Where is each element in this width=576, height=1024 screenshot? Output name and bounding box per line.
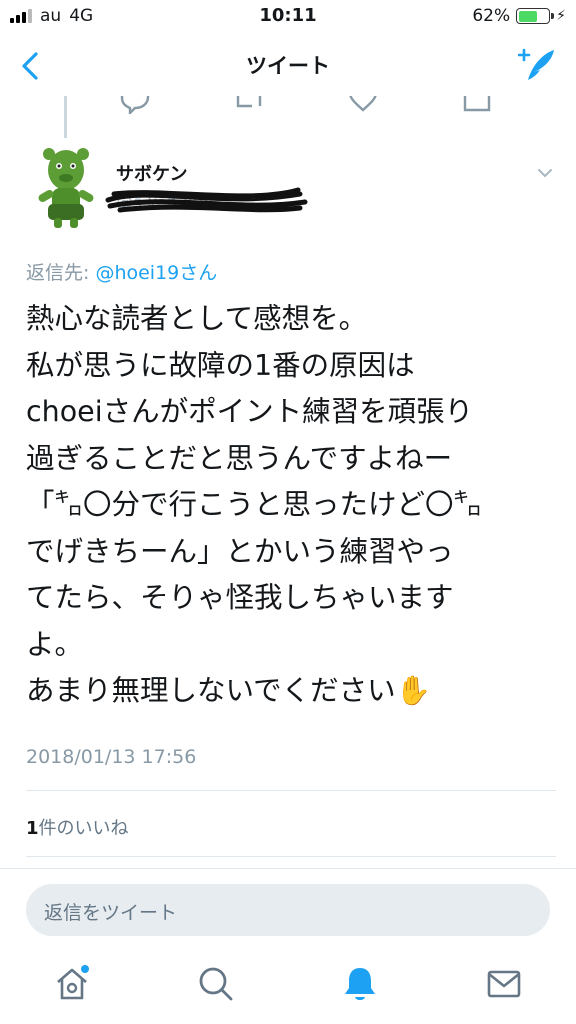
tweet-line: 熱心な読者として感想を。 [26,302,368,335]
reply-input[interactable]: 返信をツイート [26,884,550,936]
unread-dot [81,965,89,973]
tweet-line: 私が思うに故障の1番の原因は [26,348,415,382]
reply-context: 返信先: @hoei19さん [26,258,217,285]
like-icon[interactable] [346,96,380,114]
retweet-icon[interactable] [232,96,266,114]
divider [26,856,556,857]
battery-percent: 62% [472,6,511,26]
reply-mention-link[interactable]: @hoei19 [95,262,179,284]
page-title: ツイート [246,54,330,78]
share-icon[interactable] [460,96,494,114]
divider [26,790,556,791]
notifications-icon[interactable] [340,964,380,1004]
thread-line [64,96,67,138]
home-icon[interactable] [52,964,92,1004]
tweet-line: あまり無理しないでください✋ [26,674,432,707]
status-right: 62% ⚡ [472,6,566,26]
tweet-timestamp: 2018/01/13 17:56 [26,746,197,768]
likes-count: 1 [26,818,39,839]
messages-icon[interactable] [484,964,524,1004]
chevron-down-icon[interactable] [536,164,554,182]
divider [0,868,576,869]
reply-icon[interactable] [118,96,152,114]
reply-prefix: 返信先: [26,262,96,284]
tweet-line: 「㌔〇分で行こうと思ったけど〇㌔ [26,488,483,521]
avatar[interactable] [32,142,100,230]
tweet-line: よ。 [26,627,84,661]
tab-bar [0,950,576,1024]
search-icon[interactable] [196,964,236,1004]
charging-icon: ⚡ [556,8,566,24]
likes-summary[interactable]: 1件のいいね [26,814,129,840]
tweet-line: 過ぎることだと思うんですよねー [26,441,453,475]
tweet-line: でげきちーん」とかいう練習やっ [26,534,454,568]
nav-bar: ツイート [0,34,576,96]
handle-redaction-scribble [105,187,308,213]
previous-tweet-actions [0,96,576,114]
tweet-text: 熱心な読者として感想を。 私が思うに故障の1番の原因は choeiさんがポイント… [26,296,562,715]
battery-icon [516,8,555,24]
status-bar: au 4G 10:11 62% ⚡ [0,0,576,34]
likes-label: 件のいいね [38,818,129,839]
compose-tweet-icon[interactable] [518,46,556,84]
tweet-line: choeiさんがポイント練習を頑張り [26,395,474,428]
reply-suffix: さん [179,262,218,284]
tweet-line: てたら、そりゃ怪我しちゃいます [26,581,454,614]
